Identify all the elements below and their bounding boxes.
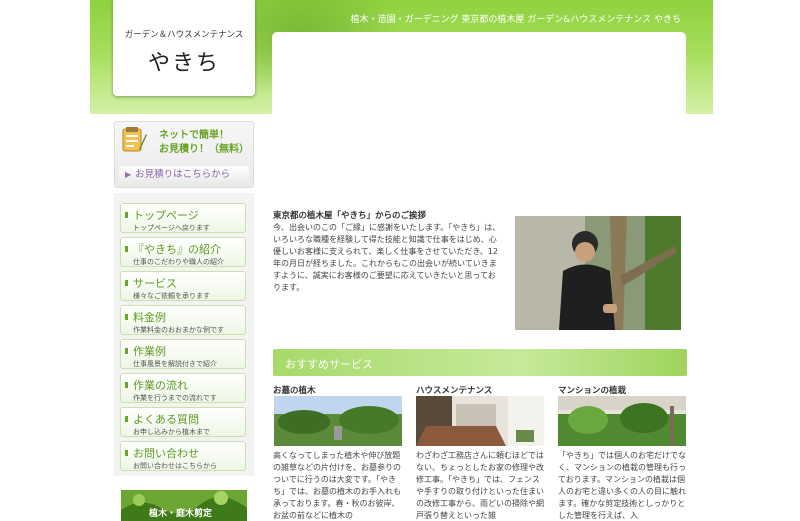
nav-item-subtitle: 作業を行うまでの流れです <box>133 394 217 402</box>
nav-item-title: 作業の流れ <box>133 379 188 392</box>
nav-item-faq[interactable]: よくある質問 お申し込みから植木まで <box>120 407 246 437</box>
service-image-grave[interactable] <box>274 396 402 446</box>
site-logo[interactable]: ガーデン＆ハウスメンテナンス やきち <box>113 0 255 96</box>
recommend-section-header: おすすめサービス <box>273 349 687 376</box>
nav-item-title: サービス <box>133 277 177 290</box>
estimate-link-label: お見積りはこちらから <box>135 169 231 180</box>
clipboard-pencil-icon <box>122 127 147 152</box>
service-description: 高くなってしまった植木や伸び放題の雑草などの片付けを、お墓参りのついでに行うのは… <box>273 451 401 520</box>
nav-item-title: 『やきち』の紹介 <box>133 243 221 256</box>
nav-item-title: 料金例 <box>133 311 166 324</box>
nav-item-title: トップページ <box>133 209 199 222</box>
estimate-title: ネットで簡単！ お見積り！（無料） <box>159 129 249 157</box>
side-banner-label: 植木・庭木剪定 <box>149 509 213 519</box>
nav-item-service[interactable]: サービス 様々なご依頼を承ります <box>120 271 246 301</box>
intro-text: 今、出会いのこの「ご縁」に感謝をいたします。「やきち」は、いろいろな職種を経験し… <box>273 223 501 292</box>
bullet-icon <box>125 450 128 456</box>
nav-item-contact[interactable]: お問い合わせ お問い合わせはこちらから <box>120 441 246 471</box>
nav-item-subtitle: 様々なご依頼を承ります <box>133 292 210 300</box>
nav-item-works[interactable]: 作業例 仕事風景を解説付きで紹介 <box>120 339 246 369</box>
service-image-mansion[interactable] <box>558 396 686 446</box>
nav-item-title: よくある質問 <box>133 413 199 426</box>
bullet-icon <box>125 348 128 354</box>
intro-title: 東京都の植木屋「やきち」からのご挨拶 <box>273 211 427 221</box>
header-content-panel <box>272 32 686 114</box>
recommend-title: おすすめサービス <box>285 358 373 371</box>
bullet-icon <box>125 212 128 218</box>
nav-item-title: 作業例 <box>133 345 166 358</box>
service-title: マンションの植栽 <box>558 386 627 396</box>
estimate-box: ネットで簡単！ お見積り！（無料） ▶ お見積りはこちらから <box>114 121 254 188</box>
logo-title: やきち <box>147 51 220 76</box>
nav-item-subtitle: お申し込みから植木まで <box>133 428 210 436</box>
bullet-icon <box>125 246 128 252</box>
estimate-link[interactable]: ▶ お見積りはこちらから <box>119 166 249 183</box>
service-title: お墓の植木 <box>273 386 316 396</box>
nav-item-flow[interactable]: 作業の流れ 作業を行うまでの流れです <box>120 373 246 403</box>
gardener-photo <box>515 216 681 330</box>
bullet-icon <box>125 314 128 320</box>
nav-item-subtitle: 作業料金のおおまかな例です <box>133 326 224 334</box>
bullet-icon <box>125 416 128 422</box>
nav-item-about[interactable]: 『やきち』の紹介 仕事のこだわりや職人の紹介 <box>120 237 246 267</box>
service-title: ハウスメンテナンス <box>416 386 493 396</box>
service-image-house[interactable] <box>416 396 544 446</box>
nav-item-subtitle: トップページへ戻ります <box>133 224 210 232</box>
service-description: 「やきち」では個人のお宅だけでなく、マンションの植栽の管理も行っております。マン… <box>558 451 686 520</box>
side-banner[interactable]: 植木・庭木剪定 <box>121 490 247 521</box>
bullet-icon <box>125 280 128 286</box>
nav-item-subtitle: 仕事風景を解説付きで紹介 <box>133 360 217 368</box>
triangle-right-icon: ▶ <box>125 170 132 179</box>
nav-item-price[interactable]: 料金例 作業料金のおおまかな例です <box>120 305 246 335</box>
logo-subtitle: ガーデン＆ハウスメンテナンス <box>124 30 244 40</box>
nav-item-top[interactable]: トップページ トップページへ戻ります <box>120 203 246 233</box>
estimate-title-line2: お見積り！（無料） <box>159 144 249 155</box>
nav-item-subtitle: お問い合わせはこちらから <box>133 462 217 470</box>
side-navigation: トップページ トップページへ戻ります 『やきち』の紹介 仕事のこだわりや職人の紹… <box>114 193 254 476</box>
nav-item-title: お問い合わせ <box>133 447 199 460</box>
estimate-title-line1: ネットで簡単！ <box>159 130 229 141</box>
bullet-icon <box>125 382 128 388</box>
nav-item-subtitle: 仕事のこだわりや職人の紹介 <box>133 258 224 266</box>
header-tagline: 植木・造園・ガーデニング 東京都の植木屋 ガーデン&ハウスメンテナンス やきち <box>350 15 681 25</box>
service-description: わざわざ工務店さんに頼むほどではない、ちょっとしたお家の修理や改修工事。「やきち… <box>416 451 544 520</box>
